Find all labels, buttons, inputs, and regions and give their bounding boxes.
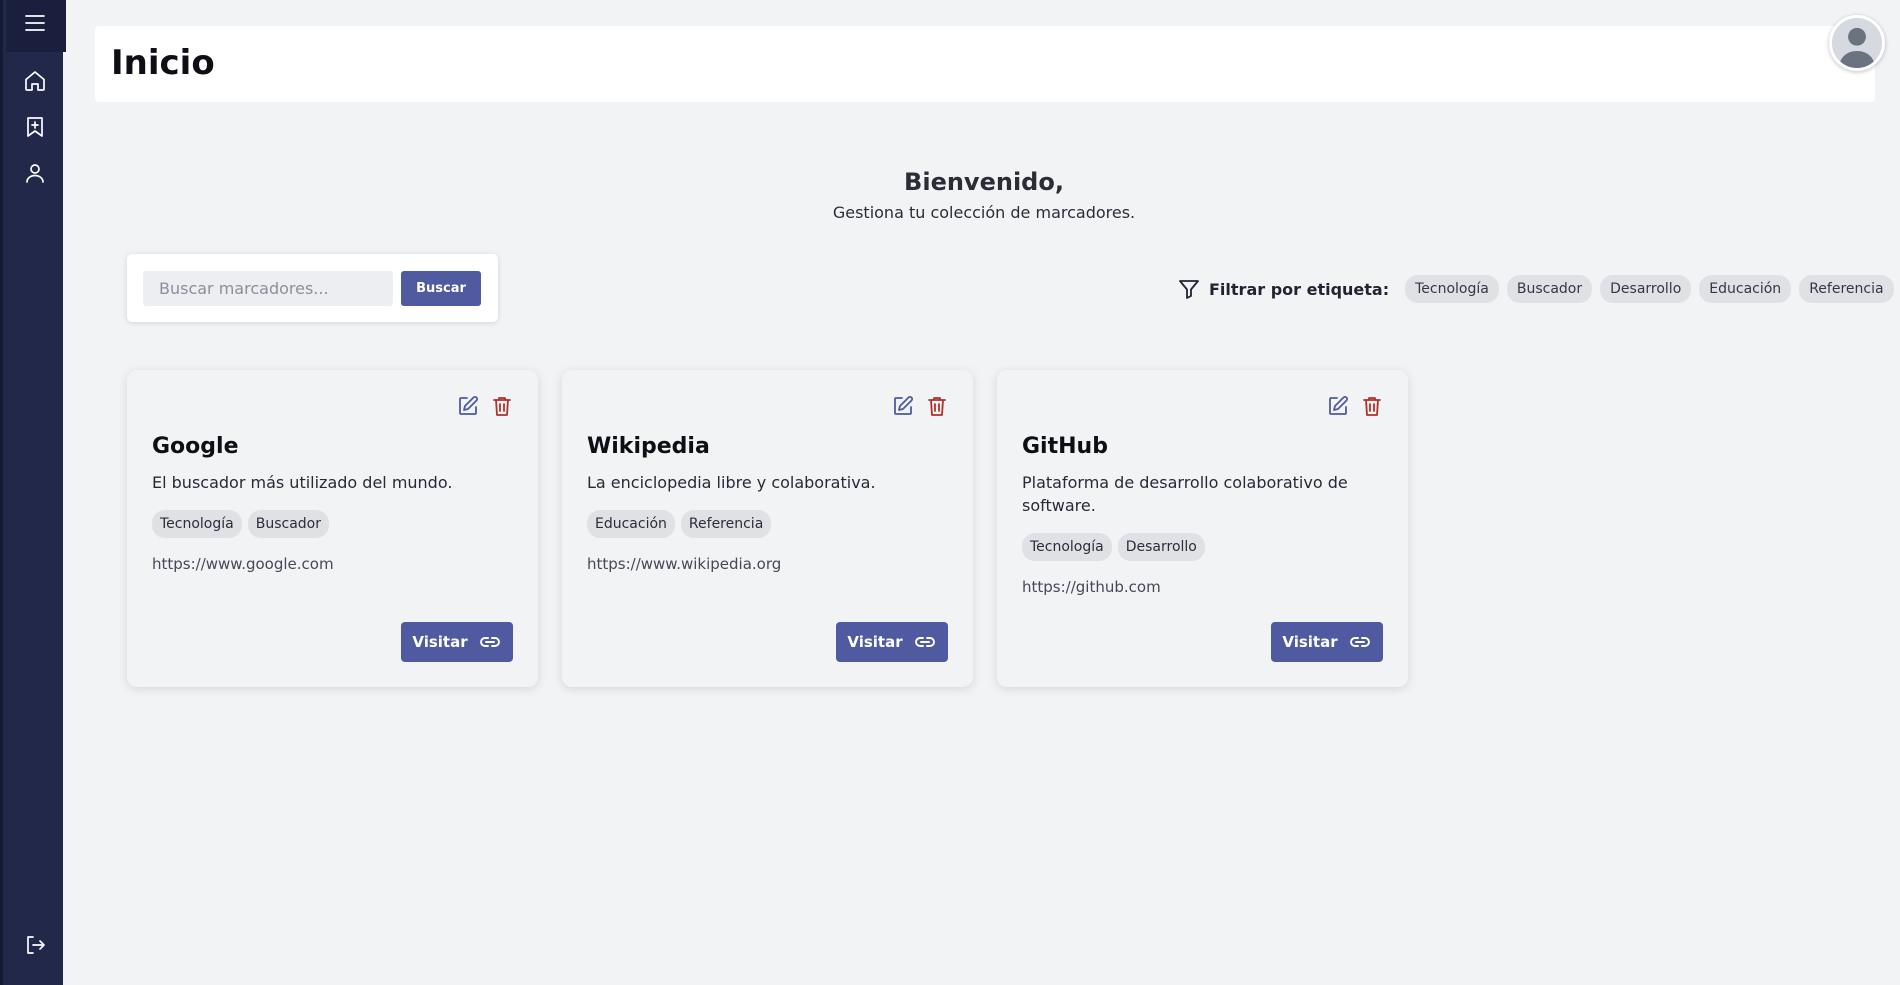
sidebar-item-add-bookmark[interactable]: [3, 104, 66, 150]
sidebar-item-home[interactable]: [3, 58, 66, 104]
filter-icon: [1177, 277, 1201, 301]
visit-button[interactable]: Visitar: [836, 622, 948, 662]
bookmark-title: Wikipedia: [587, 434, 710, 459]
bookmark-card: Google El buscador más utilizado del mun…: [127, 370, 538, 687]
bookmark-description: El buscador más utilizado del mundo.: [152, 473, 453, 492]
visit-button-label: Visitar: [847, 633, 903, 651]
visit-button[interactable]: Visitar: [401, 622, 513, 662]
link-icon: [1349, 637, 1370, 647]
bookmark-title: GitHub: [1022, 434, 1108, 459]
bookmark-tag: Tecnología: [152, 510, 242, 538]
bookmark-tag: Educación: [587, 510, 675, 538]
filter-tag[interactable]: Educación: [1699, 275, 1792, 303]
search-box: Buscar: [127, 254, 498, 322]
sidebar: [0, 0, 66, 985]
link-icon: [479, 637, 500, 647]
sidebar-item-logout[interactable]: [3, 922, 66, 968]
visit-button[interactable]: Visitar: [1271, 622, 1383, 662]
avatar[interactable]: [1829, 15, 1885, 71]
bookmark-add-icon: [26, 117, 43, 137]
welcome-subtitle: Gestiona tu colección de marcadores.: [832, 203, 1136, 222]
menu-toggle-button[interactable]: [3, 0, 66, 46]
bookmark-tags: Tecnología Desarrollo: [1022, 533, 1205, 561]
filter-tag[interactable]: Buscador: [1506, 275, 1593, 303]
bookmark-title: Google: [152, 434, 239, 459]
visit-button-label: Visitar: [1282, 633, 1338, 651]
visit-button-label: Visitar: [412, 633, 468, 651]
link-icon: [914, 637, 935, 647]
trash-icon[interactable]: [490, 394, 514, 418]
logout-icon: [26, 936, 45, 954]
menu-icon: [24, 15, 45, 31]
trash-icon[interactable]: [1360, 394, 1384, 418]
page-header: Inicio: [95, 26, 1875, 102]
bookmark-url: https://www.google.com: [152, 555, 334, 573]
edit-icon[interactable]: [456, 394, 480, 418]
bookmark-card: GitHub Plataforma de desarrollo colabora…: [997, 370, 1408, 687]
page-title: Inicio: [111, 43, 215, 83]
filter-tag[interactable]: Desarrollo: [1600, 275, 1692, 303]
search-input[interactable]: [143, 271, 393, 306]
bookmark-tags: Educación Referencia: [587, 510, 772, 538]
bookmark-tag: Referencia: [680, 510, 772, 538]
edit-icon[interactable]: [1326, 394, 1350, 418]
search-button[interactable]: Buscar: [401, 271, 481, 306]
bookmark-description: Plataforma de desarrollo colaborativo de…: [1022, 473, 1348, 515]
bookmark-url: https://github.com: [1022, 578, 1161, 596]
bookmark-card: Wikipedia La enciclopedia libre y colabo…: [562, 370, 973, 687]
tag-filter: Filtrar por etiqueta: Tecnología Buscado…: [1177, 275, 1900, 303]
bookmark-tags: Tecnología Buscador: [152, 510, 329, 538]
trash-icon[interactable]: [925, 394, 949, 418]
home-icon: [24, 71, 45, 91]
welcome-title: Bienvenido,: [904, 168, 1064, 196]
filter-label: Filtrar por etiqueta:: [1209, 279, 1390, 299]
bookmark-tag: Tecnología: [1022, 533, 1112, 561]
avatar-icon: [1832, 18, 1882, 68]
edit-icon[interactable]: [891, 394, 915, 418]
bookmark-tag: Buscador: [247, 510, 329, 538]
bookmark-tag: Desarrollo: [1117, 533, 1205, 561]
filter-tag[interactable]: Tecnología: [1405, 275, 1499, 303]
bookmark-description: La enciclopedia libre y colaborativa.: [587, 473, 876, 492]
filter-tag[interactable]: Referencia: [1799, 275, 1894, 303]
bookmark-url: https://www.wikipedia.org: [587, 555, 782, 573]
